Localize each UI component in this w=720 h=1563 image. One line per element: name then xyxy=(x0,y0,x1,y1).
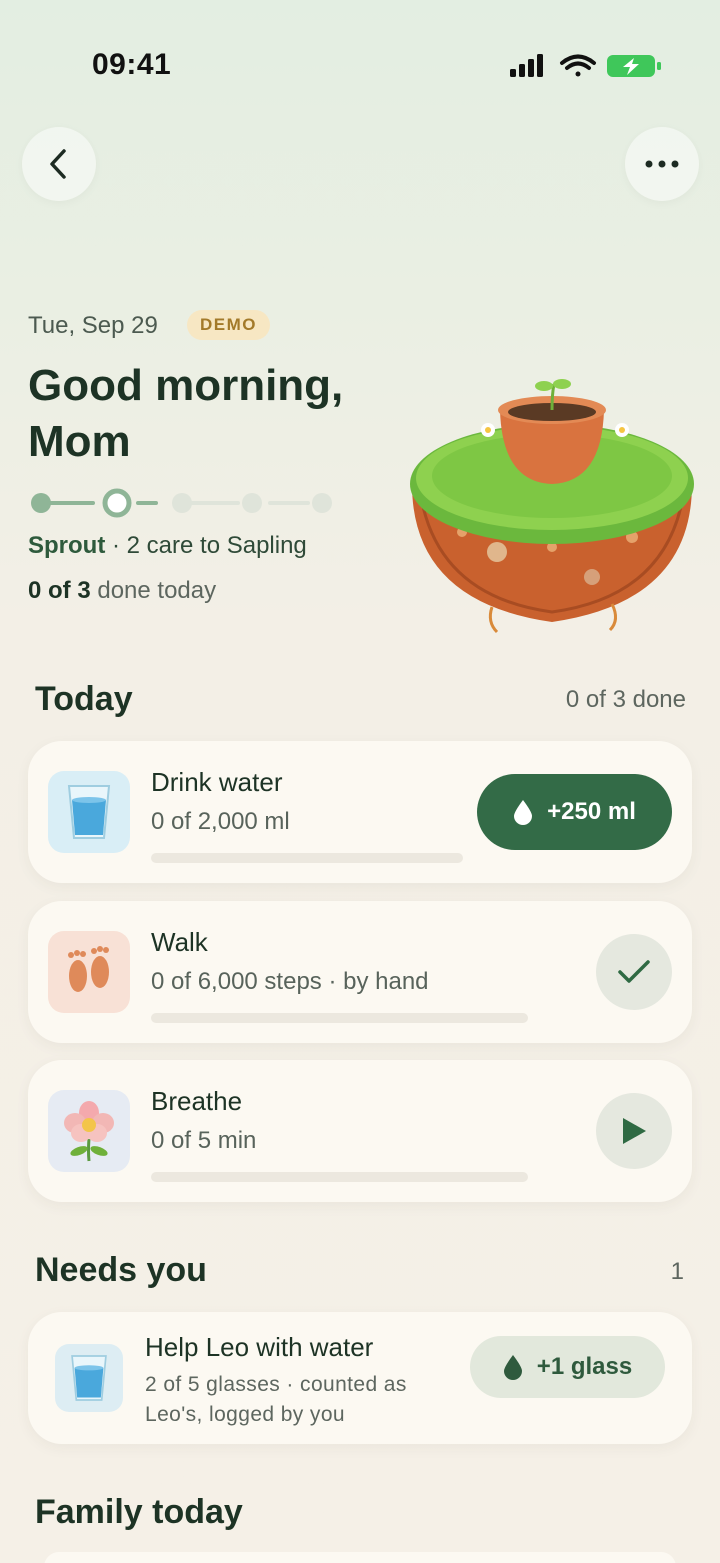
daily-progress-summary: 0 of 3 done today xyxy=(28,577,216,605)
needs-you-item-title: Help Leo with water xyxy=(145,1332,374,1362)
task-title: Breathe xyxy=(151,1086,243,1116)
add-glass-for-leo-button[interactable]: +1 glass xyxy=(470,1336,665,1398)
water-glass-icon xyxy=(55,1344,123,1412)
checkmark-icon xyxy=(618,960,650,983)
ellipsis-icon xyxy=(645,160,679,168)
status-icons xyxy=(508,52,663,80)
add-water-label: +250 ml xyxy=(547,798,636,825)
today-heading: Today xyxy=(35,680,133,718)
task-card-walk[interactable]: Walk 0 of 6,000 steps · by hand xyxy=(28,901,692,1043)
more-options-button[interactable] xyxy=(625,127,699,201)
play-icon xyxy=(623,1118,646,1144)
mark-walk-done-button[interactable] xyxy=(596,934,672,1010)
stage-name: Sprout xyxy=(28,532,106,559)
back-button[interactable] xyxy=(22,127,96,201)
flower-icon xyxy=(48,1090,130,1172)
task-title: Drink water xyxy=(151,767,283,797)
task-progress-bar xyxy=(151,853,463,863)
plant-island-illustration xyxy=(402,372,702,637)
stage-dot-1 xyxy=(31,493,51,513)
water-glass-icon xyxy=(48,771,130,853)
status-time: 09:41 xyxy=(92,48,172,81)
add-water-button[interactable]: +250 ml xyxy=(477,774,672,850)
stage-status: Sprout · 2 care to Sapling xyxy=(28,532,307,560)
task-progress-text: 0 of 5 min xyxy=(151,1127,257,1154)
water-drop-icon xyxy=(503,1355,522,1380)
task-progress-bar xyxy=(151,1013,528,1023)
task-progress-text: 0 of 6,000 steps · by hand xyxy=(151,968,429,995)
needs-you-heading: Needs you xyxy=(35,1251,207,1289)
add-glass-label: +1 glass xyxy=(536,1353,633,1380)
needs-you-card-leo-water[interactable]: Help Leo with water 2 of 5 glasses · cou… xyxy=(28,1312,692,1444)
task-card-drink-water[interactable]: Drink water 0 of 2,000 ml +250 ml xyxy=(28,741,692,883)
stage-dot-4 xyxy=(242,493,262,513)
battery-charging-icon xyxy=(607,55,661,77)
done-count: 0 of 3 xyxy=(28,577,91,604)
cellular-signal-icon xyxy=(510,54,543,77)
stage-next: · 2 care to Sapling xyxy=(105,532,307,559)
needs-you-item-subtitle: 2 of 5 glasses · counted as Leo's, logge… xyxy=(145,1373,407,1426)
greeting-heading: Good morning, Mom xyxy=(28,358,408,470)
family-card-peek xyxy=(44,1552,676,1563)
growth-stage-track xyxy=(28,488,338,518)
task-progress-bar xyxy=(151,1172,528,1182)
done-label: done today xyxy=(90,577,217,604)
demo-badge: DEMO xyxy=(187,310,270,340)
task-card-breathe[interactable]: Breathe 0 of 5 min xyxy=(28,1060,692,1202)
stage-dot-2-current xyxy=(102,488,132,518)
needs-you-count: 1 xyxy=(670,1258,684,1285)
start-breathe-button[interactable] xyxy=(596,1093,672,1169)
chevron-left-icon xyxy=(50,149,66,179)
stage-dot-5 xyxy=(312,493,332,513)
task-title: Walk xyxy=(151,927,208,957)
stage-dot-3 xyxy=(172,493,192,513)
greeting-line-2: Mom xyxy=(28,417,131,466)
today-done-count: 0 of 3 done xyxy=(565,686,686,713)
family-today-heading: Family today xyxy=(35,1493,243,1531)
greeting-line-1: Good morning, xyxy=(28,361,344,410)
date-label: Tue, Sep 29 xyxy=(28,312,158,339)
task-progress-text: 0 of 2,000 ml xyxy=(151,808,290,835)
wifi-icon xyxy=(560,54,596,77)
water-drop-icon xyxy=(514,800,533,825)
footprints-icon xyxy=(48,931,130,1013)
